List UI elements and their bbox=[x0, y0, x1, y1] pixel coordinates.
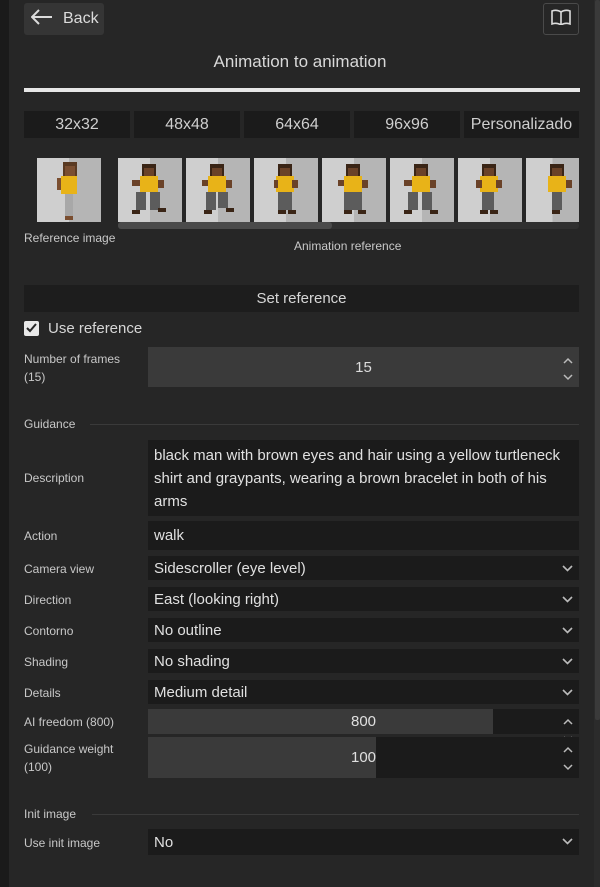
size-96-button[interactable]: 96x96 bbox=[354, 111, 460, 138]
panel-scrollbar-thumb[interactable] bbox=[595, 0, 600, 720]
details-select[interactable]: Medium detail bbox=[148, 680, 579, 704]
description-textarea[interactable]: black man with brown eyes and hair using… bbox=[148, 440, 579, 516]
guidance-divider bbox=[90, 424, 579, 425]
back-button[interactable]: Back bbox=[24, 3, 104, 35]
init-image-heading: Init image bbox=[24, 807, 77, 821]
action-label: Action bbox=[24, 529, 58, 543]
direction-select[interactable]: East (looking right) bbox=[148, 587, 579, 611]
camera-view-value: Sidescroller (eye level) bbox=[154, 559, 306, 577]
chevron-up-icon[interactable] bbox=[563, 740, 573, 758]
chevron-down-icon bbox=[562, 654, 573, 671]
back-label: Back bbox=[63, 10, 99, 27]
outline-value: No outline bbox=[154, 621, 222, 639]
size-48-button[interactable]: 48x48 bbox=[134, 111, 240, 138]
animation-frame[interactable] bbox=[390, 158, 454, 222]
shading-select[interactable]: No shading bbox=[148, 649, 579, 673]
shading-value: No shading bbox=[154, 652, 230, 670]
direction-label: Direction bbox=[24, 593, 72, 607]
set-reference-button[interactable]: Set reference bbox=[24, 285, 579, 312]
chevron-down-icon[interactable] bbox=[563, 758, 573, 776]
frames-value: 15 bbox=[355, 358, 372, 376]
use-init-image-label: Use init image bbox=[24, 836, 101, 850]
direction-value: East (looking right) bbox=[154, 590, 280, 608]
size-32-button[interactable]: 32x32 bbox=[24, 111, 130, 138]
animation-frame[interactable] bbox=[186, 158, 250, 222]
guidance-heading: Guidance bbox=[24, 417, 76, 431]
outline-label: Contorno bbox=[24, 624, 74, 638]
animation-frame[interactable] bbox=[254, 158, 318, 222]
reference-image-label: Reference image bbox=[24, 231, 116, 245]
description-label: Description bbox=[24, 471, 85, 485]
use-init-image-value: No bbox=[154, 833, 174, 851]
guidance-weight-label: Guidance weight (100) bbox=[24, 742, 114, 774]
camera-view-label: Camera view bbox=[24, 562, 95, 576]
init-image-divider bbox=[92, 814, 579, 815]
page-title: Animation to animation bbox=[213, 52, 387, 71]
checkmark-icon bbox=[26, 320, 37, 338]
frames-label: Number of frames (15) bbox=[24, 352, 121, 384]
chevron-down-icon bbox=[562, 592, 573, 609]
chevron-up-icon[interactable] bbox=[563, 712, 573, 730]
ai-freedom-value: 800 bbox=[350, 713, 377, 730]
size-custom-button[interactable]: Personalizado bbox=[464, 111, 579, 138]
guidance-weight-slider[interactable]: 100 bbox=[148, 737, 579, 778]
frames-stepper[interactable]: 15 bbox=[148, 347, 579, 387]
chevron-up-icon[interactable] bbox=[563, 351, 573, 368]
use-reference-label: Use reference bbox=[48, 320, 143, 337]
chevron-down-icon[interactable] bbox=[563, 368, 573, 385]
use-init-image-select[interactable]: No bbox=[148, 829, 579, 855]
outline-select[interactable]: No outline bbox=[148, 618, 579, 642]
animation-frame[interactable] bbox=[458, 158, 522, 222]
animation-frame[interactable] bbox=[526, 158, 579, 222]
details-value: Medium detail bbox=[154, 683, 248, 701]
chevron-down-icon bbox=[562, 623, 573, 640]
size-64-button[interactable]: 64x64 bbox=[244, 111, 350, 138]
book-icon bbox=[551, 9, 571, 30]
animation-frame[interactable] bbox=[118, 158, 182, 222]
left-panel-edge bbox=[0, 0, 9, 887]
action-input[interactable]: walk bbox=[148, 521, 579, 550]
ai-freedom-slider[interactable]: 800 bbox=[148, 709, 579, 743]
ai-freedom-label: AI freedom (800) bbox=[24, 715, 115, 729]
use-reference-checkbox[interactable] bbox=[24, 321, 39, 336]
details-label: Details bbox=[24, 686, 61, 700]
animation-frame[interactable] bbox=[322, 158, 386, 222]
guidance-weight-value: 100 bbox=[350, 749, 377, 766]
docs-button[interactable] bbox=[543, 3, 579, 35]
animation-reference-label: Animation reference bbox=[294, 239, 402, 253]
reference-image[interactable] bbox=[37, 158, 101, 222]
chevron-down-icon bbox=[562, 561, 573, 578]
animation-scroll-thumb[interactable] bbox=[118, 222, 332, 229]
chevron-down-icon bbox=[562, 834, 573, 851]
camera-view-select[interactable]: Sidescroller (eye level) bbox=[148, 556, 579, 580]
shading-label: Shading bbox=[24, 655, 69, 669]
title-underline bbox=[24, 88, 580, 92]
chevron-down-icon bbox=[562, 685, 573, 702]
arrow-left-icon bbox=[30, 8, 53, 30]
